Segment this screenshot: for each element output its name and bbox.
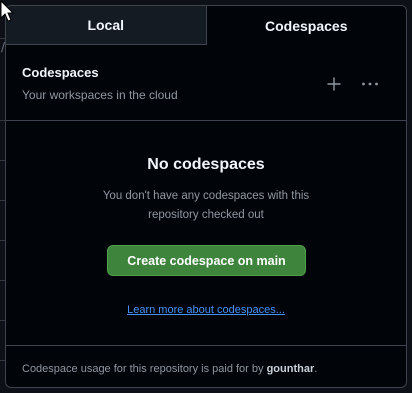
empty-state: No codespaces You don't have any codespa… [6,121,406,345]
section-subtitle: Your workspaces in the cloud [22,88,178,102]
kebab-horizontal-icon [362,82,378,86]
codespaces-header: Codespaces Your workspaces in the cloud [6,45,406,121]
empty-state-title: No codespaces [147,156,265,173]
tab-bar: Local Codespaces [6,6,406,45]
create-codespace-button[interactable]: Create codespace on main [107,245,306,276]
billing-user: gounthar [266,363,315,375]
tab-local[interactable]: Local [6,6,207,45]
new-codespace-button[interactable] [322,72,346,96]
learn-more-link[interactable]: Learn more about codespaces... [6,304,406,316]
billing-note-prefix: Codespace usage for this repository is p… [22,363,267,375]
tab-codespaces[interactable]: Codespaces [206,6,406,45]
more-options-button[interactable] [358,72,382,96]
billing-footer: Codespace usage for this repository is p… [6,345,406,387]
plus-icon [327,77,341,91]
code-dropdown-panel: Local Codespaces Codespaces Your workspa… [5,5,407,388]
billing-note: Codespace usage for this repository is p… [22,363,317,375]
mouse-pointer-icon [0,0,15,22]
section-title: Codespaces [22,65,99,80]
billing-note-suffix: . [314,363,318,375]
empty-state-description: You don't have any codespaces with this … [102,190,310,221]
